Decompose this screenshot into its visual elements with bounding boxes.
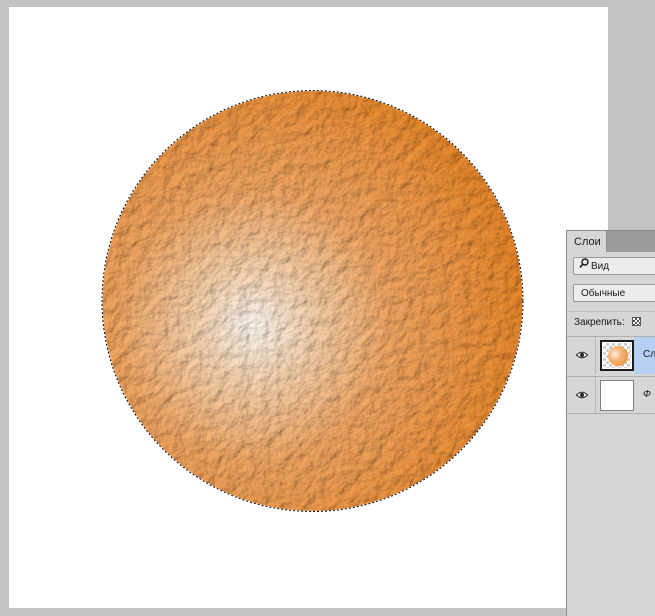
eye-icon <box>576 351 588 359</box>
blend-mode-dropdown[interactable]: Обычные <box>573 284 655 302</box>
layer-thumbnail <box>600 380 634 411</box>
layer-name[interactable]: Ф <box>643 389 651 400</box>
visibility-toggle[interactable] <box>567 337 596 374</box>
layer-row[interactable]: Сл <box>567 336 655 374</box>
eye-icon <box>576 391 588 399</box>
lock-label: Закрепить: <box>574 317 625 328</box>
tab-layers[interactable]: Слои <box>567 231 607 252</box>
panel-tab-bar: Слои <box>567 231 655 252</box>
layer-thumbnail <box>600 340 634 371</box>
layer-row[interactable]: Ф <box>567 376 655 414</box>
document-canvas[interactable] <box>9 7 608 608</box>
layer-filter-label: Вид <box>591 261 610 272</box>
orange-sphere-artwork <box>101 90 524 512</box>
checkerboard-lock-icon[interactable] <box>632 317 642 326</box>
layers-panel: Слои Вид Обычные Закрепить: Сл Ф <box>566 230 655 616</box>
layer-filter-dropdown[interactable]: Вид <box>573 257 655 275</box>
lock-row: Закрепить: <box>567 311 655 334</box>
blend-mode-label: Обычные <box>581 288 626 299</box>
thumbnail-orange <box>608 346 628 366</box>
search-icon <box>579 258 591 275</box>
layer-name[interactable]: Сл <box>643 349 655 360</box>
visibility-toggle[interactable] <box>567 377 596 414</box>
